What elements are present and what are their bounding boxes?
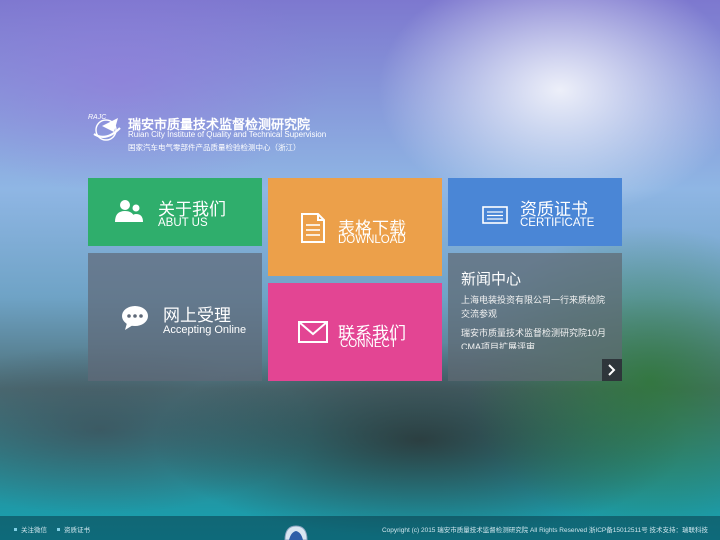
footer-link-label: 关注微信: [21, 527, 47, 534]
download-tile[interactable]: 表格下载 DOWNLOAD: [268, 178, 442, 276]
accepting-online-tile[interactable]: 网上受理 Accepting Online: [88, 253, 262, 381]
users-icon: [115, 200, 143, 222]
site-center-name: 国家汽车电气零部件产品质量检验检测中心（浙江）: [128, 143, 301, 152]
chevron-right-icon: [608, 364, 616, 376]
news-center-tile: 新闻中心 上海电装投资有限公司一行来质检院交流参观 瑞安市质量技术监督检测研究院…: [448, 253, 622, 381]
news-center-title[interactable]: 新闻中心: [461, 268, 521, 289]
site-subtitle: Ruian City Institute of Quality and Tech…: [128, 130, 327, 139]
footer: 关注微信 资质证书 Copyright (c) 2015 瑞安市质量技术监督检测…: [0, 516, 720, 540]
site-header: RAJC 瑞安市质量技术监督检测研究院 Ruian City Institute…: [88, 112, 348, 156]
logo-text: RAJC: [88, 114, 107, 121]
chat-bubble-icon: [122, 306, 148, 330]
copyright-text: Copyright (c) 2015 瑞安市质量技术监督检测研究院 All Ri…: [381, 527, 708, 534]
news-item[interactable]: 上海电装投资有限公司一行来质检院交流参观: [461, 293, 613, 321]
certificate-tile[interactable]: 资质证书 CERTIFICATE: [448, 178, 622, 246]
news-next-button[interactable]: [602, 359, 622, 381]
bullet-icon: [14, 527, 17, 531]
about-us-tile[interactable]: 关于我们 ABUT US: [88, 178, 262, 246]
about-us-en-label: ABUT US: [158, 217, 208, 229]
accepting-online-en-label: Accepting Online: [163, 324, 247, 336]
download-en-label: DOWNLOAD: [338, 234, 406, 246]
emblem-icon: [284, 525, 308, 540]
certificate-en-label: CERTIFICATE: [520, 217, 595, 229]
bullet-icon: [57, 527, 60, 531]
footer-links: 关注微信 资质证书: [14, 524, 90, 534]
news-item[interactable]: 瑞安市质量技术监督检测研究院10月CMA项目扩展评审: [461, 326, 613, 349]
contact-us-en-label: CONNECT: [340, 338, 397, 350]
news-list: 上海电装投资有限公司一行来质检院交流参观 瑞安市质量技术监督检测研究院10月CM…: [461, 293, 613, 349]
footer-link-certificate[interactable]: 资质证书: [57, 524, 90, 534]
accepting-online-label: 网上受理: [163, 306, 231, 325]
certificate-icon: [482, 206, 508, 224]
footer-link-wechat[interactable]: 关注微信: [14, 524, 47, 534]
document-icon: [301, 213, 325, 243]
footer-link-label: 资质证书: [64, 527, 90, 534]
envelope-icon: [298, 321, 328, 343]
contact-us-tile[interactable]: 联系我们 CONNECT: [268, 283, 442, 381]
